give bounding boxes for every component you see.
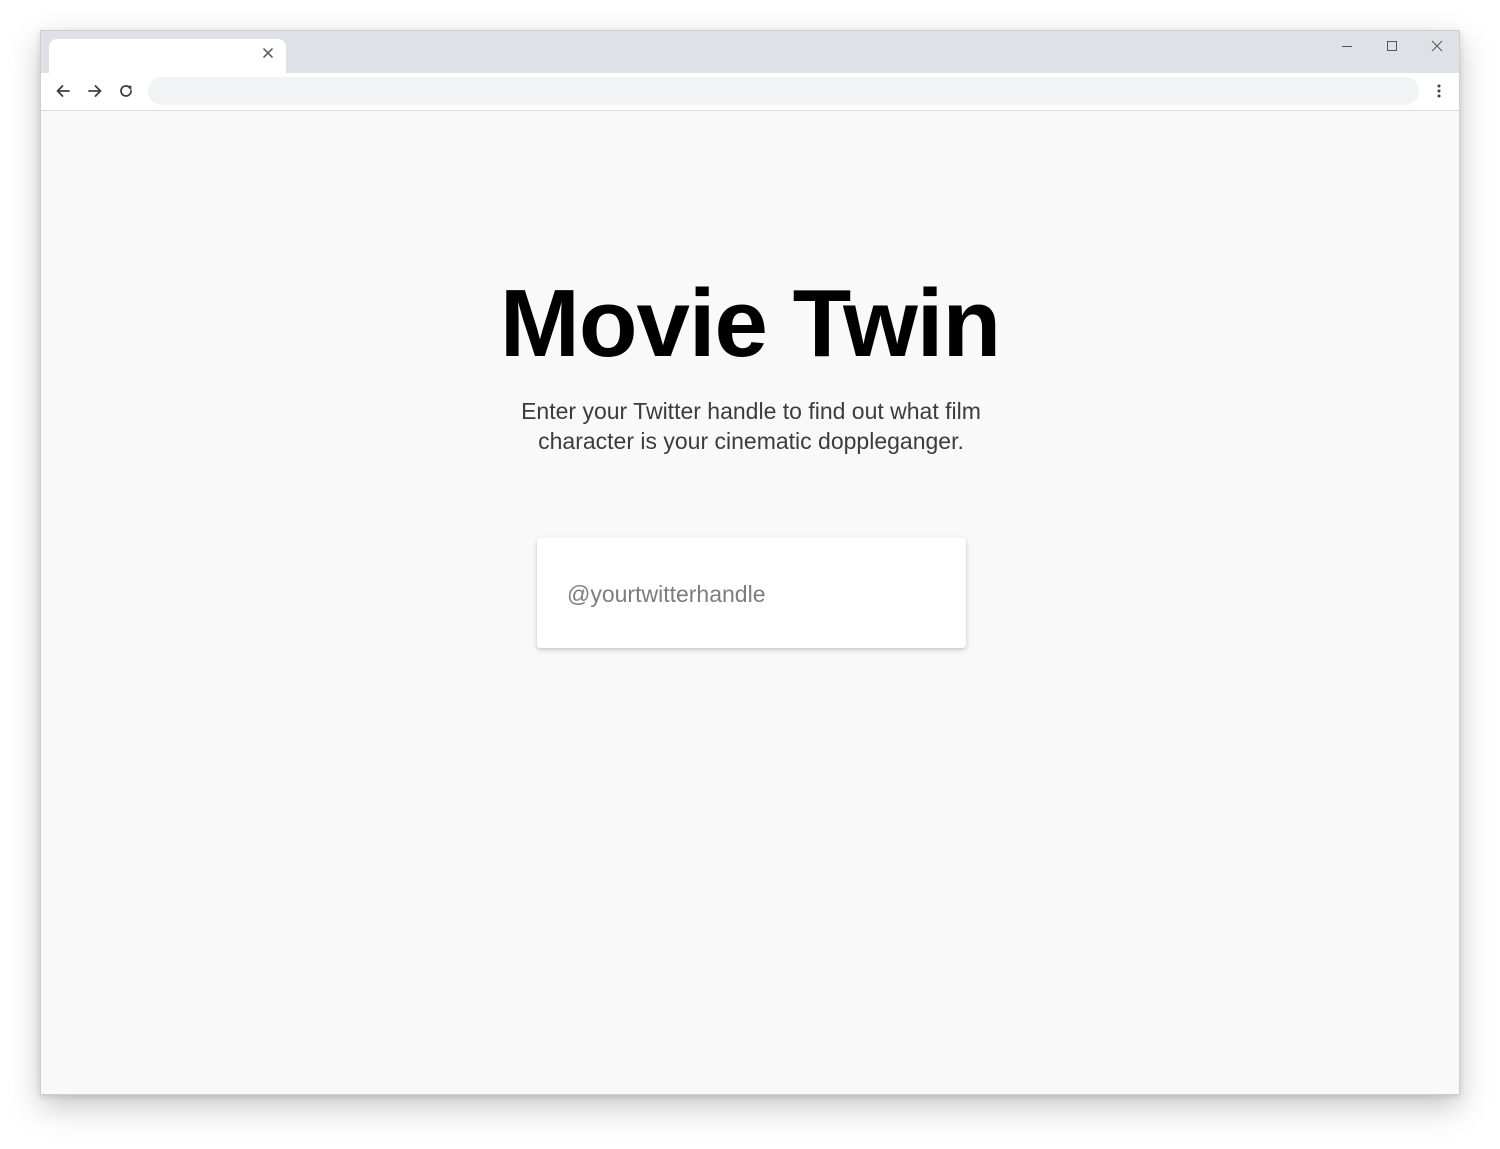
minimize-icon[interactable] <box>1324 31 1369 61</box>
page-content: Movie Twin Enter your Twitter handle to … <box>41 111 1459 1094</box>
browser-tab[interactable] <box>49 39 286 73</box>
maximize-icon[interactable] <box>1369 31 1414 61</box>
arrow-left-icon[interactable] <box>51 79 75 103</box>
handle-input-card <box>537 538 966 648</box>
reload-icon[interactable] <box>114 79 138 103</box>
twitter-handle-input[interactable] <box>565 576 939 612</box>
close-icon[interactable] <box>260 47 276 63</box>
address-bar[interactable] <box>148 77 1419 105</box>
page-subtitle: Enter your Twitter handle to find out wh… <box>521 398 981 454</box>
browser-titlebar <box>41 31 1459 73</box>
kebab-menu-icon[interactable] <box>1427 79 1451 103</box>
browser-toolbar <box>41 73 1459 111</box>
window-controls <box>1324 31 1459 61</box>
arrow-right-icon[interactable] <box>83 79 107 103</box>
page-title: Movie Twin <box>499 270 1001 377</box>
close-window-icon[interactable] <box>1414 31 1459 61</box>
browser-window: Movie Twin Enter your Twitter handle to … <box>40 30 1460 1095</box>
